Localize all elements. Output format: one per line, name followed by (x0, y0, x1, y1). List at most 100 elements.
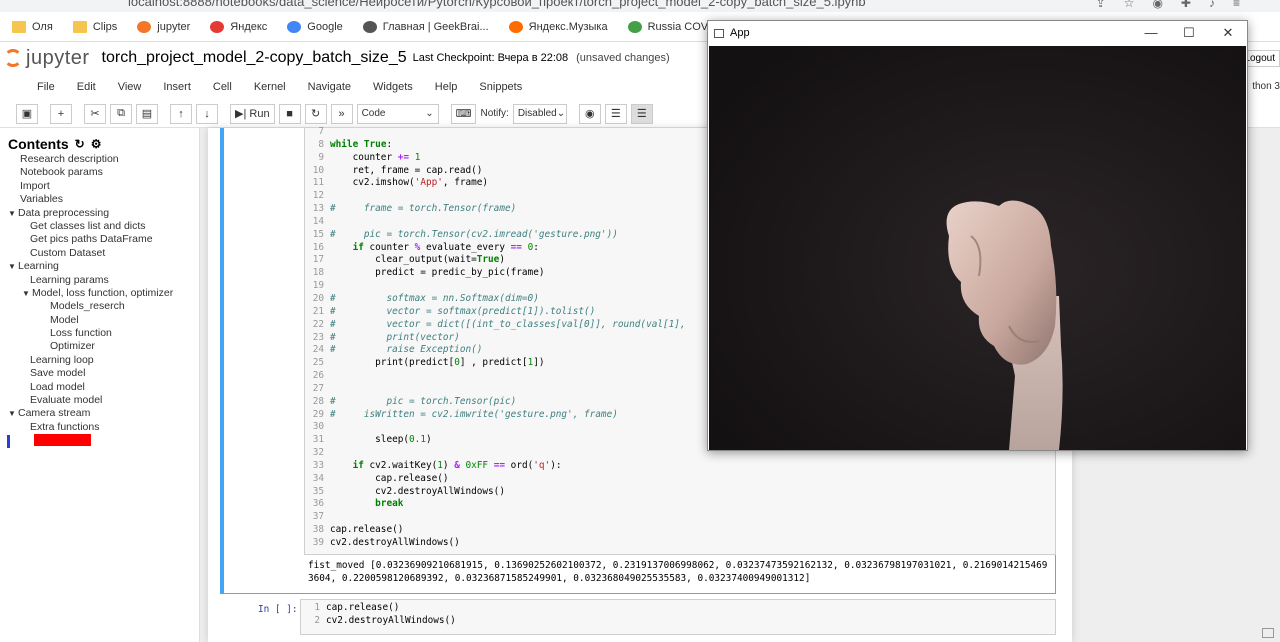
menu-kernel[interactable]: Kernel (243, 81, 297, 93)
menu-edit[interactable]: Edit (66, 81, 107, 93)
code-line[interactable]: 18 predict = predic_by_pic(frame) (308, 267, 686, 280)
list-button[interactable]: ☰ (604, 103, 627, 124)
code-line[interactable]: 26 (308, 370, 686, 383)
cut-button[interactable]: ✂ (84, 103, 106, 124)
code-line[interactable]: 38 cap.release() (308, 524, 686, 537)
menu-help[interactable]: Help (424, 81, 469, 93)
cell-type-select[interactable]: Code ⌄ (356, 103, 439, 124)
caret-down-icon[interactable]: ▼ (22, 287, 32, 300)
gear-icon[interactable]: ⚙ (91, 137, 102, 151)
copy-button[interactable]: ⧉ (110, 103, 132, 124)
refresh-icon[interactable]: ↻ (75, 137, 85, 151)
code-line[interactable]: 14 (308, 216, 686, 229)
toc-item[interactable]: Load model (0, 381, 200, 394)
menu-insert[interactable]: Insert (152, 81, 202, 93)
restart-run-all-button[interactable]: » (330, 103, 353, 124)
toc-item[interactable]: Custom Dataset (0, 247, 200, 260)
command-palette-button[interactable]: ⌨ (450, 103, 477, 124)
toc-item[interactable]: Research description (0, 153, 200, 166)
resize-handle-icon[interactable] (1262, 628, 1274, 638)
cell2-code[interactable]: 1 cap.release() 2 cv2.destroyAllWindows() (304, 602, 456, 628)
move-down-button[interactable]: ↓ (196, 103, 218, 124)
code-line[interactable]: 31 sleep(0.1) (308, 434, 686, 447)
menu-widgets[interactable]: Widgets (362, 81, 424, 93)
notify-select[interactable]: Disabled ⌄ (512, 103, 567, 124)
close-button[interactable]: ✕ (1213, 25, 1243, 41)
toc-item[interactable]: Get pics paths DataFrame (0, 233, 200, 246)
code-line[interactable]: 19 (308, 280, 686, 293)
url-text[interactable]: localhost:8888/notebooks/data_science/Не… (128, 0, 866, 9)
toc-item[interactable]: Optimizer (0, 340, 200, 353)
code-line[interactable]: 9 counter += 1 (308, 152, 686, 165)
code-line[interactable]: 32 (308, 447, 686, 460)
interrupt-button[interactable]: ■ (278, 103, 301, 124)
code-line[interactable]: 20 # softmax = nn.Softmax(dim=0) (308, 293, 686, 306)
toc-item[interactable]: ▼ Camera stream (0, 407, 200, 420)
code-line[interactable]: 12 (308, 190, 686, 203)
notebook-name[interactable]: torch_project_model_2-copy_batch_size_5 (102, 49, 407, 67)
caret-down-icon[interactable]: ▼ (8, 207, 18, 220)
puzzle-icon[interactable]: ✚ (1181, 0, 1191, 10)
bookmark-item[interactable]: Clips (72, 20, 117, 33)
app-title-bar[interactable]: App (708, 21, 1247, 45)
toc-item[interactable]: Save model (0, 367, 200, 380)
caret-down-icon[interactable]: ▼ (8, 260, 18, 273)
paste-button[interactable]: ▤ (136, 103, 158, 124)
code-line[interactable]: 21 # vector = softmax(predict[1]).tolist(… (308, 306, 686, 319)
menu-navigate[interactable]: Navigate (297, 81, 362, 93)
bookmark-item[interactable]: Яндекс (210, 20, 267, 33)
code-line[interactable]: 22 # vector = dict([(int_to_classes[val[0… (308, 319, 686, 332)
cell-code[interactable]: 7 8 while True: 9 counter += 1 10 ret, frame… (308, 126, 686, 550)
code-line[interactable]: 25 print(predict[0] , predict[1]) (308, 357, 686, 370)
code-line[interactable]: 30 (308, 421, 686, 434)
menu-icon[interactable]: ≡ (1233, 0, 1240, 10)
run-button[interactable]: ▶| Run (230, 103, 275, 124)
app-window[interactable]: App — ☐ ✕ (707, 20, 1248, 451)
music-icon[interactable]: ♪ (1209, 0, 1215, 10)
toc-item[interactable]: Extra functions (0, 421, 200, 434)
toc-item[interactable]: Model (0, 314, 200, 327)
toc-item[interactable]: Notebook params (0, 166, 200, 179)
code-line[interactable]: 16 if counter % evaluate_every == 0: (308, 242, 686, 255)
code-line[interactable]: 36 break (308, 498, 686, 511)
bookmark-item[interactable]: Яндекс.Музыка (508, 20, 608, 33)
code-line[interactable]: 37 (308, 511, 686, 524)
insert-cell-button[interactable]: + (50, 103, 72, 124)
menu-cell[interactable]: Cell (202, 81, 243, 93)
code-line[interactable]: 35 cv2.destroyAllWindows() (308, 486, 686, 499)
code-line[interactable]: 29 # isWritten = cv2.imwrite('gesture.png… (308, 409, 686, 422)
restart-button[interactable]: ↻ (304, 103, 327, 124)
caret-down-icon[interactable]: ▼ (8, 407, 18, 420)
code-line[interactable]: 10 ret, frame = cap.read() (308, 165, 686, 178)
toc-item[interactable]: Models_reserch (0, 300, 200, 313)
code-line[interactable]: 39 cv2.destroyAllWindows() (308, 537, 686, 550)
save-button[interactable]: ▣ (16, 103, 38, 124)
code-line[interactable]: 33 if cv2.waitKey(1) & 0xFF == ord('q'): (308, 460, 686, 473)
toc-item[interactable]: Import (0, 180, 200, 193)
extension-icon[interactable]: ◉ (1152, 0, 1162, 10)
bookmark-item[interactable]: Google (287, 20, 343, 33)
code-line[interactable]: 7 (308, 126, 686, 139)
toc-item[interactable]: Loss function (0, 327, 200, 340)
code-line[interactable]: 11 cv2.imshow('App', frame) (308, 177, 686, 190)
code-line[interactable]: 28 # pic = torch.Tensor(pic) (308, 396, 686, 409)
star-icon[interactable]: ☆ (1124, 0, 1135, 10)
maximize-button[interactable]: ☐ (1174, 25, 1204, 41)
toc-item[interactable]: Get classes list and dicts (0, 220, 200, 233)
menu-snippets[interactable]: Snippets (468, 81, 533, 93)
bookmark-item[interactable]: jupyter (137, 20, 190, 33)
toc-item[interactable]: Learning params (0, 274, 200, 287)
toc-item[interactable]: Stream loop (0, 434, 200, 447)
bookmark-item[interactable]: Главная | GeekBrai... (362, 20, 489, 33)
code-line[interactable]: 24 # raise Exception() (308, 344, 686, 357)
code-line[interactable]: 2 cv2.destroyAllWindows() (304, 615, 455, 628)
code-line[interactable]: 8 while True: (308, 139, 686, 152)
toc-item[interactable]: Variables (0, 193, 200, 206)
code-line[interactable]: 15 # pic = torch.Tensor(cv2.imread('gestu… (308, 229, 686, 242)
toc-item[interactable]: ▼ Data preprocessing (0, 207, 200, 220)
move-up-button[interactable]: ↑ (170, 103, 192, 124)
share-icon[interactable]: ⇪ (1096, 0, 1106, 10)
code-line[interactable]: 1 cap.release() (304, 602, 456, 615)
bookmark-item[interactable]: Оля (12, 20, 53, 33)
code-line[interactable]: 34 cap.release() (308, 473, 686, 486)
